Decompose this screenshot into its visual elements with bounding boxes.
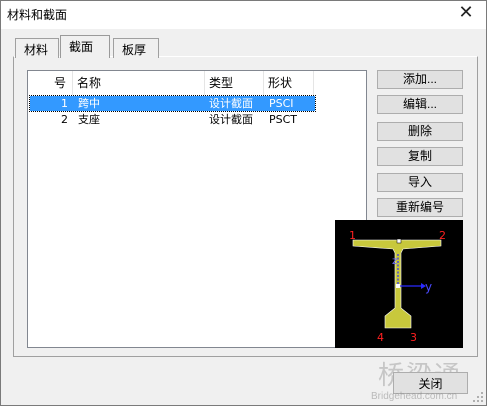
materials-sections-dialog: 材料和截面 ✕ 材料 截面 板厚 号 名称 类型 形状 1 跨中 设计截面 PS… [0,0,487,406]
axis-origin [396,284,400,288]
add-button[interactable]: 添加... [377,70,463,89]
row-type: 设计截面 [209,113,253,126]
column-name-label: 名称 [77,76,102,90]
tab-thickness[interactable]: 板厚 [113,38,159,58]
table-row[interactable]: 2 支座 设计截面 PSCT [30,112,315,127]
copy-button[interactable]: 复制 [377,147,463,166]
row-type: 设计截面 [209,97,253,110]
row-shape: PSCT [269,113,298,126]
z-axis-label: z [392,256,397,267]
point-label-1: 1 [349,229,356,242]
close-icon[interactable]: ✕ [456,4,476,24]
resize-grip-icon[interactable] [472,391,484,403]
title-bar: 材料和截面 ✕ [1,1,486,29]
row-number: 2 [61,113,68,126]
column-type-label: 类型 [209,76,234,90]
row-number: 1 [61,97,68,110]
point-label-4: 4 [377,331,384,344]
section-preview-drawing: z y 1 2 3 4 [349,229,446,344]
point-label-3: 3 [410,331,417,344]
tab-sections-label: 截面 [69,40,94,54]
centroid-marker [396,238,402,244]
tab-thickness-label: 板厚 [122,43,147,57]
edit-button[interactable]: 编辑... [377,95,463,114]
column-header-shape[interactable]: 形状 [264,71,314,95]
column-shape-label: 形状 [268,76,293,90]
tab-sections[interactable]: 截面 [60,35,110,58]
section-preview: z y 1 2 3 4 [335,220,463,348]
watermark-url: Bridgehead.com.cn [371,391,458,402]
row-name: 跨中 [78,97,100,110]
row-shape: PSCI [269,97,294,110]
renumber-button[interactable]: 重新编号 [377,198,463,217]
window-title: 材料和截面 [7,8,68,22]
delete-button[interactable]: 删除 [377,122,463,141]
row-name: 支座 [78,113,100,126]
column-header-type[interactable]: 类型 [205,71,264,95]
column-number-label: 号 [53,76,66,90]
section-list[interactable]: 号 名称 类型 形状 1 跨中 设计截面 PSCI 2 支座 设计截面 PSCT [27,70,367,348]
tab-materials-label: 材料 [24,43,49,57]
import-button[interactable]: 导入 [377,173,463,192]
y-axis-label: y [425,280,432,294]
point-label-2: 2 [439,229,446,242]
tab-materials[interactable]: 材料 [15,38,59,58]
list-header: 号 名称 类型 形状 [28,71,366,95]
column-header-name[interactable]: 名称 [73,71,205,95]
column-header-number[interactable]: 号 [28,71,73,95]
table-row[interactable]: 1 跨中 设计截面 PSCI [29,95,316,112]
